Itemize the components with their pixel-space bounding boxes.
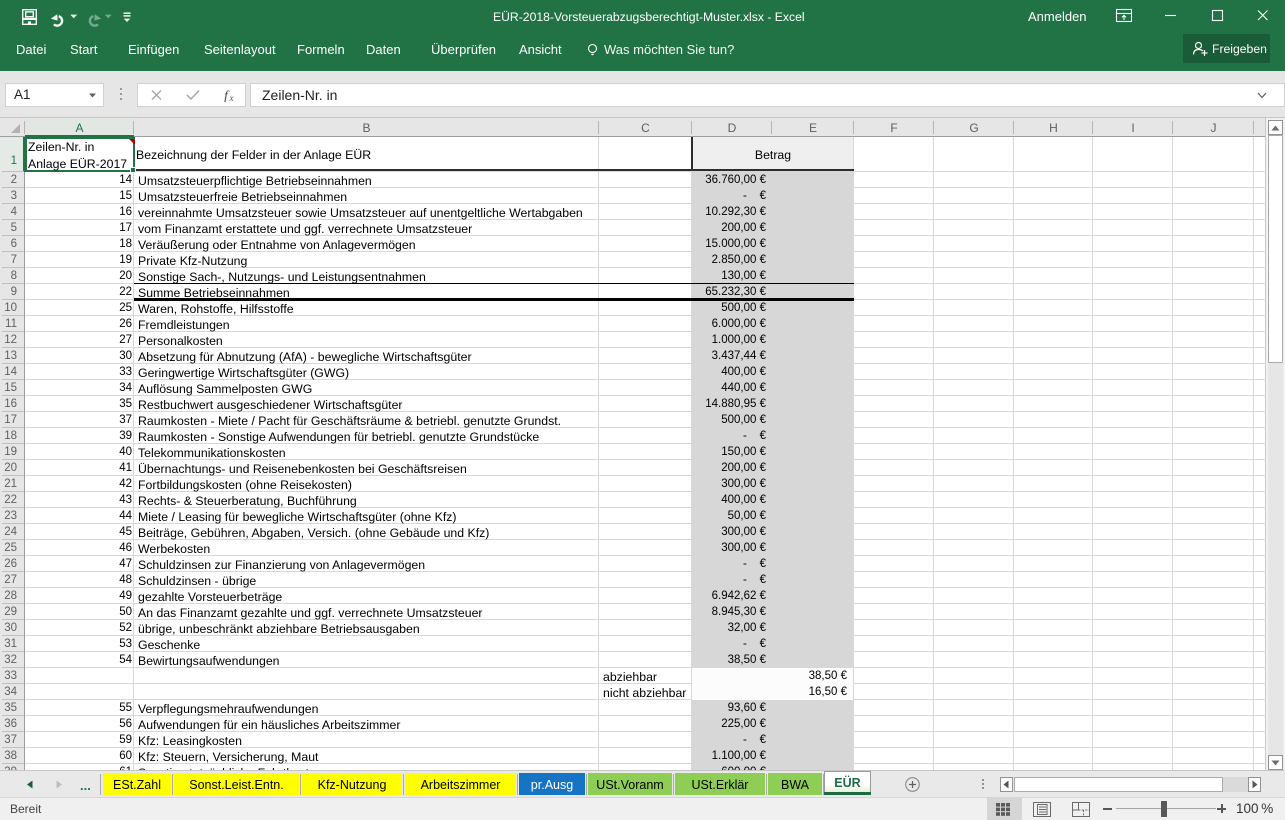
svg-text:x: x <box>229 93 234 102</box>
